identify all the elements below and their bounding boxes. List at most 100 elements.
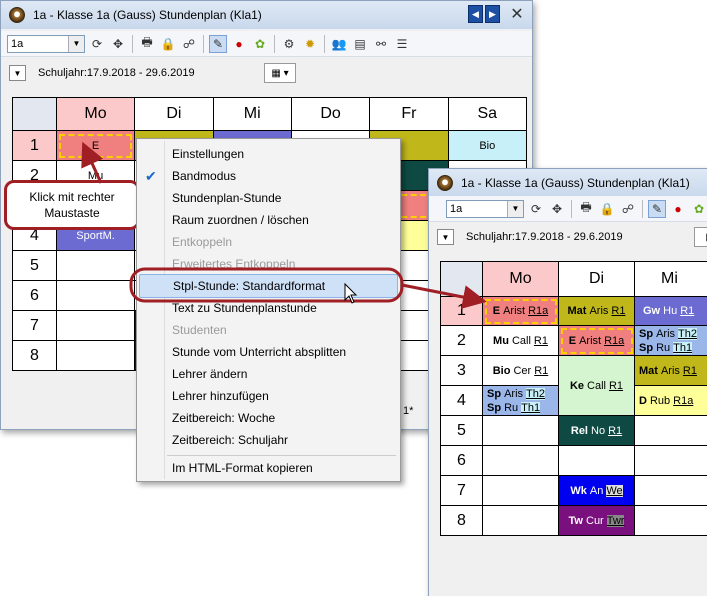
lesson-cell[interactable]: Mat Aris R1 bbox=[558, 296, 635, 326]
period-number: 8 bbox=[12, 340, 57, 371]
refresh-icon[interactable]: ⟳ bbox=[88, 35, 106, 53]
menu-item-bandmodus[interactable]: ✔ Bandmodus bbox=[139, 165, 398, 187]
menu-item-erweitertes-entkoppeln: Erweitertes Entkoppeln bbox=[139, 253, 398, 275]
menu-item-absplitten[interactable]: Stunde vom Unterricht absplitten bbox=[139, 341, 398, 363]
lesson-cell[interactable] bbox=[634, 505, 707, 536]
pin-icon[interactable]: ● bbox=[669, 200, 687, 218]
day-header-fr[interactable]: Fr bbox=[369, 97, 449, 131]
chevron-down-icon[interactable]: ▼ bbox=[507, 200, 523, 217]
document-icon[interactable]: ▤ bbox=[351, 35, 369, 53]
lesson-cell[interactable] bbox=[55, 250, 136, 281]
lesson-cell[interactable]: Ke Call R1 bbox=[558, 355, 635, 416]
lesson-cell[interactable]: E Arist R1a bbox=[482, 296, 559, 326]
lesson-cell[interactable] bbox=[55, 310, 136, 341]
day-header-do[interactable]: Do bbox=[290, 97, 371, 131]
menu-item-lehrer-hinzufuegen[interactable]: Lehrer hinzufügen bbox=[139, 385, 398, 407]
day-header-di[interactable]: Di bbox=[134, 97, 214, 131]
schoolyear-label: Schuljahr:17.9.2018 - 29.6.2019 bbox=[466, 231, 623, 243]
tools-icon[interactable]: ⚙ bbox=[280, 35, 298, 53]
lesson-cell[interactable]: Mat Aris R1 bbox=[634, 355, 707, 386]
menu-icon[interactable]: ☰ bbox=[393, 35, 411, 53]
chevron-down-icon[interactable]: ▼ bbox=[68, 35, 84, 52]
prev-arrow-icon[interactable]: ◀ bbox=[468, 5, 483, 23]
menu-item-standardformat[interactable]: Stpl-Stunde: Standardformat bbox=[139, 274, 398, 298]
menu-item-einstellungen[interactable]: Einstellungen bbox=[139, 143, 398, 165]
window-titlebar[interactable]: 1a - Klasse 1a (Gauss) Stundenplan (Kla1… bbox=[429, 169, 707, 197]
teacher: Cur bbox=[586, 514, 604, 527]
lock-icon[interactable]: 🔒 bbox=[159, 35, 177, 53]
timetable-grid: Mo Di Mi 1 E Arist R1a Mat Aris R1 Gw Hu R1 2 … bbox=[440, 261, 707, 536]
group-icon[interactable]: 👥 bbox=[330, 35, 348, 53]
day-header-mo[interactable]: Mo bbox=[55, 97, 136, 131]
expand-icon[interactable]: ✥ bbox=[109, 35, 127, 53]
lock-icon[interactable]: 🔒 bbox=[598, 200, 616, 218]
lesson-cell[interactable]: Rel No R1 bbox=[558, 415, 635, 446]
lesson-cell[interactable]: E Arist R1a bbox=[558, 325, 635, 356]
class-selector[interactable]: 1a ▼ bbox=[446, 199, 524, 218]
menu-item-label: Text zu Stundenplanstunde bbox=[172, 301, 317, 315]
day-header-mo[interactable]: Mo bbox=[482, 261, 559, 297]
edit-icon[interactable]: ✎ bbox=[648, 199, 666, 218]
close-icon[interactable]: ✕ bbox=[508, 5, 526, 23]
day-header-mi[interactable]: Mi bbox=[212, 97, 292, 131]
pin-icon[interactable]: ● bbox=[230, 35, 248, 53]
lesson-cell[interactable]: E bbox=[55, 130, 136, 161]
gear-icon[interactable]: ✹ bbox=[301, 35, 319, 53]
lesson-cell[interactable] bbox=[55, 280, 136, 311]
window-titlebar[interactable]: 1a - Klasse 1a (Gauss) Stundenplan (Kla1… bbox=[1, 1, 532, 29]
teacher: Ru bbox=[656, 341, 671, 354]
lesson-cell[interactable]: Wk An We bbox=[558, 475, 635, 506]
menu-item-label: Lehrer hinzufügen bbox=[172, 389, 269, 403]
menu-item-zeitbereich-woche[interactable]: Zeitbereich: Woche bbox=[139, 407, 398, 429]
print-icon[interactable]: 🖶 bbox=[577, 200, 595, 218]
subject: Sp bbox=[487, 401, 502, 414]
lesson-cell[interactable]: Bio Cer R1 bbox=[482, 355, 559, 386]
menu-item-stundenplan-stunde[interactable]: Stundenplan-Stunde bbox=[139, 187, 398, 209]
people-icon[interactable]: ✿ bbox=[690, 200, 707, 218]
subject: Rel bbox=[570, 424, 588, 437]
lesson-cell[interactable] bbox=[634, 415, 707, 446]
lesson-cell[interactable]: Tw Cur Twr bbox=[558, 505, 635, 536]
lesson-cell[interactable] bbox=[482, 505, 559, 536]
lesson-cell[interactable] bbox=[482, 445, 559, 476]
menu-item-label: Im HTML-Format kopieren bbox=[172, 461, 313, 475]
lesson-cell[interactable]: Sp Aris Th2 Sp Ru Th1 bbox=[634, 325, 707, 356]
link-icon[interactable]: ⚯ bbox=[372, 35, 390, 53]
expand-icon[interactable]: ✥ bbox=[548, 200, 566, 218]
menu-item-zeitbereich-schuljahr[interactable]: Zeitbereich: Schuljahr bbox=[139, 429, 398, 451]
calendar-icon[interactable]: ▦ bbox=[694, 227, 707, 247]
lesson-cell[interactable] bbox=[634, 445, 707, 476]
lesson-cell[interactable]: Sp Aris Th2 Sp Ru Th1 bbox=[482, 385, 559, 416]
checkmark-icon: ✔ bbox=[145, 167, 157, 184]
lesson-cell[interactable] bbox=[55, 340, 136, 371]
calendar-icon[interactable]: ▦ ▾ bbox=[264, 63, 296, 83]
next-arrow-icon[interactable]: ▶ bbox=[485, 5, 500, 23]
refresh-icon[interactable]: ⟳ bbox=[527, 200, 545, 218]
day-header-sa[interactable]: Sa bbox=[447, 97, 528, 131]
lesson-cell[interactable]: Mu Call R1 bbox=[482, 325, 559, 356]
day-header-di[interactable]: Di bbox=[558, 261, 635, 297]
lesson-cell[interactable] bbox=[482, 475, 559, 506]
people-icon[interactable]: ✿ bbox=[251, 35, 269, 53]
day-header-mi[interactable]: Mi bbox=[634, 261, 707, 297]
lesson-cell[interactable] bbox=[634, 475, 707, 506]
dropdown-toggle-icon[interactable]: ▼ bbox=[9, 65, 26, 81]
lesson-cell[interactable]: Bio bbox=[447, 130, 528, 161]
lesson-cell[interactable] bbox=[558, 445, 635, 476]
handshake-icon[interactable]: ☍ bbox=[180, 35, 198, 53]
period-number: 6 bbox=[12, 280, 57, 311]
edit-icon[interactable]: ✎ bbox=[209, 34, 227, 53]
class-selector[interactable]: 1a ▼ bbox=[7, 34, 85, 53]
lesson-entry: Sp Aris Th2 bbox=[484, 387, 558, 401]
menu-item-raum-zuordnen[interactable]: Raum zuordnen / löschen bbox=[139, 209, 398, 231]
dropdown-toggle-icon[interactable]: ▼ bbox=[437, 229, 454, 245]
lesson-cell[interactable]: Gw Hu R1 bbox=[634, 296, 707, 326]
menu-item-lehrer-aendern[interactable]: Lehrer ändern bbox=[139, 363, 398, 385]
lesson-cell[interactable]: D Rub R1a bbox=[634, 385, 707, 416]
handshake-icon[interactable]: ☍ bbox=[619, 200, 637, 218]
menu-item-text-zu-stunde[interactable]: Text zu Stundenplanstunde bbox=[139, 297, 398, 319]
lesson-entry: E Arist R1a bbox=[560, 335, 634, 347]
menu-item-html-kopieren[interactable]: Im HTML-Format kopieren bbox=[139, 457, 398, 479]
lesson-cell[interactable] bbox=[482, 415, 559, 446]
print-icon[interactable]: 🖶 bbox=[138, 35, 156, 53]
